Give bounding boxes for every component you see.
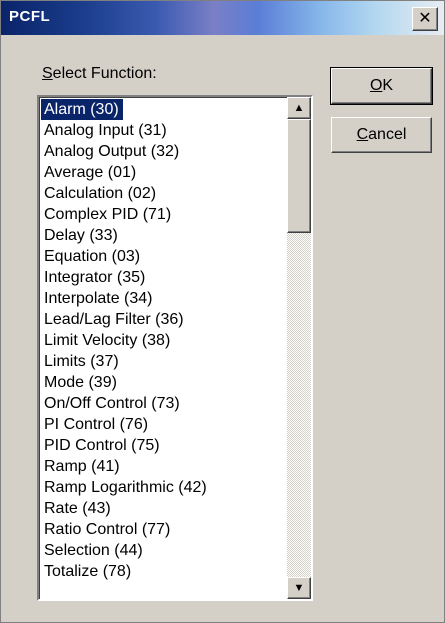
scroll-up-button[interactable]: ▲ [287, 97, 311, 119]
ok-button[interactable]: OK [330, 67, 433, 105]
scroll-up-icon: ▲ [293, 102, 305, 114]
list-item[interactable]: Ratio Control (77) [41, 519, 287, 540]
function-listbox[interactable]: Alarm (30) Analog Input (31) Analog Output… [37, 95, 313, 601]
list-item[interactable]: PI Control (76) [41, 414, 287, 435]
list-item[interactable]: Ramp Logarithmic (42) [41, 477, 287, 498]
cancel-label: ancel [368, 126, 407, 143]
scroll-down-icon: ▼ [293, 582, 305, 594]
list-item[interactable]: Selection (44) [41, 540, 287, 561]
list-item[interactable]: Ramp (41) [41, 456, 287, 477]
title-bar[interactable]: PCFL ✕ [1, 1, 444, 35]
label-text: elect Function: [52, 65, 157, 82]
ok-label: K [382, 77, 394, 94]
ok-mnemonic: O [369, 77, 383, 94]
list-item[interactable]: Rate (43) [41, 498, 287, 519]
list-item[interactable]: Limit Velocity (38) [41, 330, 287, 351]
select-function-label: Select Function: [42, 65, 157, 83]
list-item[interactable]: Integrator (35) [41, 267, 287, 288]
list-item[interactable]: Lead/Lag Filter (36) [41, 309, 287, 330]
function-list-items: Alarm (30) Analog Input (31) Analog Output… [41, 99, 287, 582]
cancel-button[interactable]: Cancel [331, 117, 432, 153]
list-item[interactable]: Interpolate (34) [41, 288, 287, 309]
scroll-down-button[interactable]: ▼ [287, 577, 311, 599]
list-item[interactable]: Analog Output (32) [41, 141, 287, 162]
close-icon: ✕ [418, 10, 432, 27]
list-item[interactable]: Average (01) [41, 162, 287, 183]
list-item[interactable]: Mode (39) [41, 372, 287, 393]
list-item[interactable]: Complex PID (71) [41, 204, 287, 225]
window-title: PCFL [9, 8, 51, 25]
list-item[interactable]: PID Control (75) [41, 435, 287, 456]
scroll-thumb[interactable] [287, 119, 311, 233]
close-button[interactable]: ✕ [412, 7, 438, 31]
list-item[interactable]: Equation (03) [41, 246, 287, 267]
list-item[interactable]: Alarm (30) [41, 99, 123, 120]
vertical-scrollbar[interactable]: ▲ ▼ [287, 97, 311, 599]
list-item[interactable]: Delay (33) [41, 225, 287, 246]
list-item[interactable]: On/Off Control (73) [41, 393, 287, 414]
list-item[interactable]: Limits (37) [41, 351, 287, 372]
label-mnemonic: S [42, 65, 53, 82]
list-item[interactable]: Totalize (78) [41, 561, 287, 582]
pcfl-dialog: PCFL ✕ Select Function: Alarm (30) Analog… [0, 0, 445, 623]
list-item[interactable]: Analog Input (31) [41, 120, 287, 141]
cancel-mnemonic: C [356, 126, 369, 143]
list-item[interactable]: Calculation (02) [41, 183, 287, 204]
